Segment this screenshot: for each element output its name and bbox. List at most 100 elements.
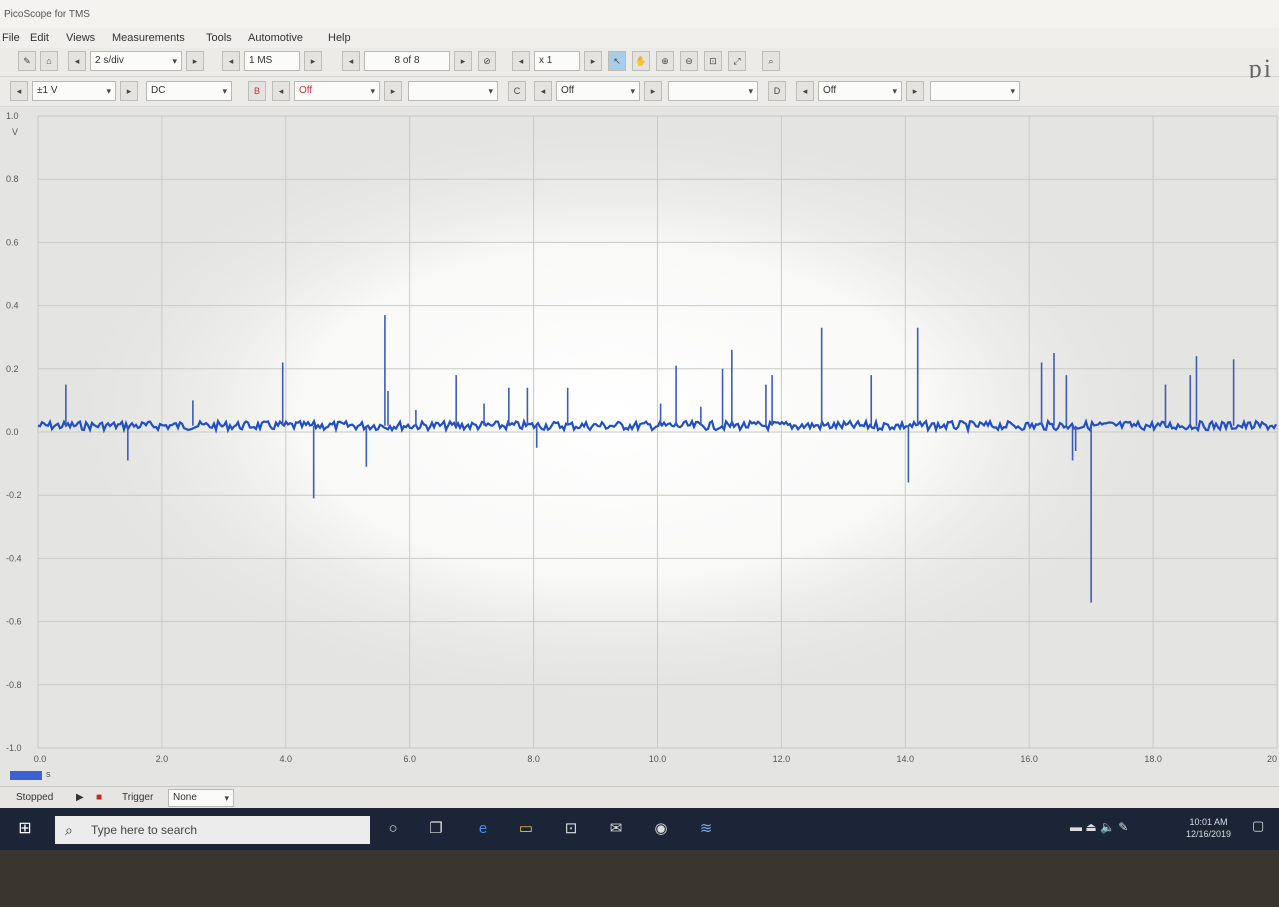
taskbar-search[interactable]: ⌕ Type here to search xyxy=(55,816,370,844)
channel-c-label[interactable]: C xyxy=(508,81,526,101)
notifications-icon[interactable]: ▢ xyxy=(1252,819,1264,832)
channel-c-next-button[interactable]: ▸ xyxy=(644,81,662,101)
x-tick-label: 2.0 xyxy=(156,754,169,764)
cortana-icon[interactable]: ○ xyxy=(382,818,404,840)
channel-d-prev-button[interactable]: ◂ xyxy=(796,81,814,101)
y-unit-label: V xyxy=(12,127,18,137)
x-tick-label: 0.0 xyxy=(34,754,47,764)
timebase-prev-button[interactable]: ◂ xyxy=(68,51,86,71)
channel-b-state-select[interactable]: Off xyxy=(294,81,380,101)
pen-icon[interactable]: ✎ xyxy=(18,51,36,71)
y-tick-label: -0.6 xyxy=(6,617,22,627)
probe-icon[interactable]: ⌂ xyxy=(40,51,58,71)
x-tick-label: 4.0 xyxy=(280,754,293,764)
menu-measurements[interactable]: Measurements xyxy=(112,32,185,44)
channel-a-range-select[interactable]: ±1 V xyxy=(32,81,116,101)
y-tick-label: 0.8 xyxy=(6,174,19,184)
stop-button[interactable]: ■ xyxy=(96,792,102,803)
screen: PicoScope for TMS File Edit Views Measur… xyxy=(0,0,1279,850)
tray-icons[interactable]: ▬ ⏏ 🔈 ✎ xyxy=(1070,821,1128,833)
windows-taskbar: ⊞ ⌕ Type here to search ○ ❐ e ▭ ⊡ ✉ ◉ ≋ … xyxy=(0,808,1279,850)
status-bar: Stopped ▶ ■ Trigger None xyxy=(0,786,1279,809)
menu-edit[interactable]: Edit xyxy=(30,32,49,44)
y-tick-label: 0.4 xyxy=(6,301,19,311)
channel-b-prev-button[interactable]: ◂ xyxy=(272,81,290,101)
monitor-bezel xyxy=(0,850,1279,907)
samples-prev-button[interactable]: ◂ xyxy=(222,51,240,71)
x-tick-label: 20 xyxy=(1267,754,1277,764)
y-tick-label: -1.0 xyxy=(6,743,22,753)
channel-a-next-button[interactable]: ▸ xyxy=(120,81,138,101)
file-explorer-icon[interactable]: ▭ xyxy=(515,818,537,840)
zoom-out-icon[interactable]: ⊖ xyxy=(680,51,698,71)
edge-icon[interactable]: e xyxy=(472,818,494,840)
channel-c-prev-button[interactable]: ◂ xyxy=(534,81,552,101)
capture-toolbar: ✎ ⌂ ◂ 2 s/div ▸ ◂ 1 MS ▸ ◂ 8 of 8 ▸ ⊘ ◂ … xyxy=(0,48,1279,77)
zoom-area-icon[interactable]: ⊡ xyxy=(704,51,722,71)
picoscope-taskbar-icon[interactable]: ≋ xyxy=(695,818,717,840)
run-button[interactable]: ▶ xyxy=(76,792,84,803)
channel-a-axis-marker[interactable] xyxy=(10,771,42,780)
hand-tool-icon[interactable]: ✋ xyxy=(632,51,650,71)
menu-file[interactable]: File xyxy=(2,32,20,44)
x-tick-label: 16.0 xyxy=(1020,754,1038,764)
menu-views[interactable]: Views xyxy=(66,32,95,44)
windows-start-icon[interactable]: ⊞ xyxy=(14,818,36,840)
app-icon[interactable]: ◉ xyxy=(650,818,672,840)
y-tick-label: 0.0 xyxy=(6,427,19,437)
samples-field[interactable]: 1 MS xyxy=(244,51,300,71)
clock-time: 10:01 AM xyxy=(1189,817,1228,827)
channel-c-state-select[interactable]: Off xyxy=(556,81,640,101)
zoom-prev-button[interactable]: ◂ xyxy=(512,51,530,71)
pointer-tool-icon[interactable]: ↖ xyxy=(608,51,626,71)
window-title: PicoScope for TMS xyxy=(4,9,90,20)
trigger-select[interactable]: None xyxy=(168,789,234,807)
channel-d-coupling-select[interactable] xyxy=(930,81,1020,101)
task-view-icon[interactable]: ❐ xyxy=(425,818,447,840)
buffer-nav-icon[interactable]: ⊘ xyxy=(478,51,496,71)
x-tick-label: 8.0 xyxy=(527,754,540,764)
store-icon[interactable]: ⊡ xyxy=(560,818,582,840)
channel-c-coupling-select[interactable] xyxy=(668,81,758,101)
y-tick-label: 0.2 xyxy=(6,364,19,374)
menu-tools[interactable]: Tools xyxy=(206,32,232,44)
buffer-prev-button[interactable]: ◂ xyxy=(342,51,360,71)
menu-help[interactable]: Help xyxy=(328,32,351,44)
zoom-reset-icon[interactable]: ⌕ xyxy=(762,51,780,71)
zoom-in-icon[interactable]: ⊕ xyxy=(656,51,674,71)
x-tick-label: 18.0 xyxy=(1144,754,1162,764)
run-state: Stopped xyxy=(16,792,54,803)
buffer-next-button[interactable]: ▸ xyxy=(454,51,472,71)
channel-d-next-button[interactable]: ▸ xyxy=(906,81,924,101)
x-unit-label: s xyxy=(46,769,51,779)
zoom-fit-icon[interactable]: ⤢ xyxy=(728,51,746,71)
clock[interactable]: 10:01 AM 12/16/2019 xyxy=(1186,816,1231,840)
scope-plot[interactable]: 1.0 0.8 0.6 0.4 0.2 0.0 -0.2 -0.4 -0.6 -0.8 -1.0 0… xyxy=(0,108,1279,786)
timebase-select[interactable]: 2 s/div xyxy=(90,51,182,71)
x-tick-label: 10.0 xyxy=(649,754,667,764)
mail-icon[interactable]: ✉ xyxy=(605,818,627,840)
menu-bar: File Edit Views Measurements Tools Autom… xyxy=(0,28,1279,48)
y-tick-label: -0.4 xyxy=(6,553,22,563)
channel-a-coupling-select[interactable]: DC xyxy=(146,81,232,101)
channel-d-state-select[interactable]: Off xyxy=(818,81,902,101)
channel-d-label[interactable]: D xyxy=(768,81,786,101)
channel-a-prev-button[interactable]: ◂ xyxy=(10,81,28,101)
channel-b-next-button[interactable]: ▸ xyxy=(384,81,402,101)
channel-b-label[interactable]: B xyxy=(248,81,266,101)
samples-next-button[interactable]: ▸ xyxy=(304,51,322,71)
zoom-field[interactable]: x 1 xyxy=(534,51,580,71)
y-tick-label: -0.2 xyxy=(6,490,22,500)
timebase-next-button[interactable]: ▸ xyxy=(186,51,204,71)
channel-toolbar: ◂ ±1 V ▸ DC B ◂ Off ▸ C ◂ Off ▸ D ◂ Off … xyxy=(0,78,1279,107)
search-icon: ⌕ xyxy=(65,822,73,838)
title-bar: PicoScope for TMS xyxy=(0,0,1279,29)
clock-date: 12/16/2019 xyxy=(1186,829,1232,839)
x-tick-label: 12.0 xyxy=(773,754,791,764)
channel-b-coupling-select[interactable] xyxy=(408,81,498,101)
zoom-next-button[interactable]: ▸ xyxy=(584,51,602,71)
y-tick-label: 0.6 xyxy=(6,237,19,247)
buffer-field[interactable]: 8 of 8 xyxy=(364,51,450,71)
menu-automotive[interactable]: Automotive xyxy=(248,32,303,44)
trigger-label: Trigger xyxy=(122,792,154,803)
